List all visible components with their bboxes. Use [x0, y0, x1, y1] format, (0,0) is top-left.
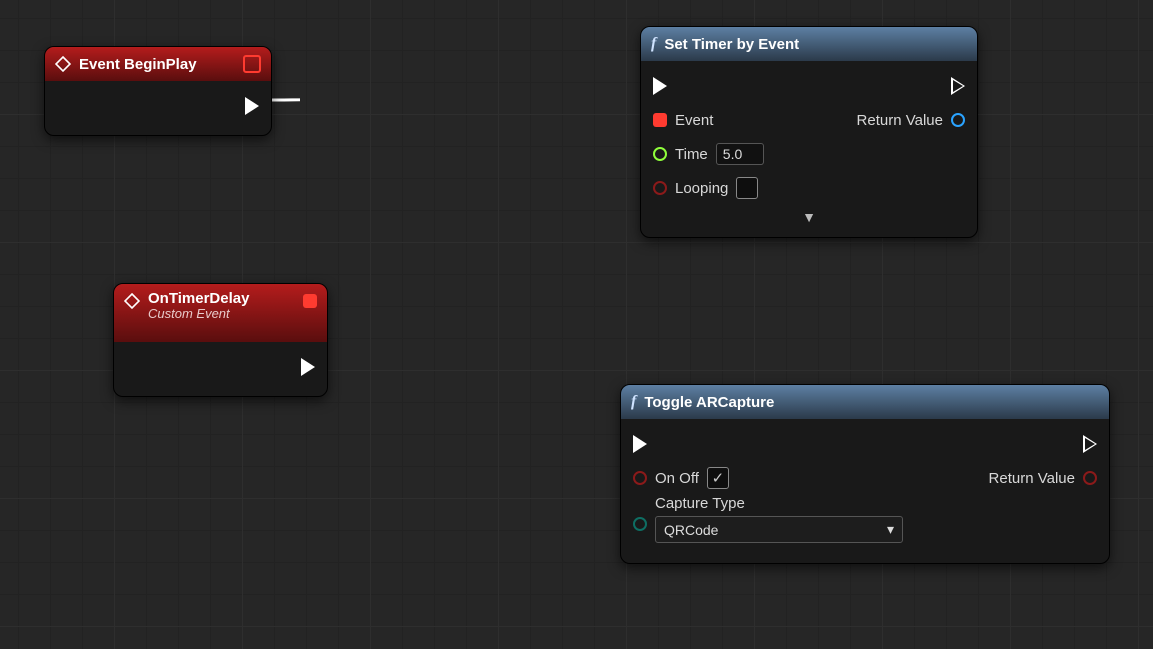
time-input[interactable]: 5.0 — [716, 143, 764, 165]
node-toggle-arcapture[interactable]: f Toggle ARCapture On Off ✓ Return Value… — [620, 384, 1110, 564]
exec-out-pin[interactable] — [951, 77, 965, 95]
node-subtitle: Custom Event — [148, 307, 249, 322]
capturetype-in-pin[interactable] — [633, 517, 647, 531]
onoff-in-pin[interactable] — [633, 471, 647, 485]
pin-label-capturetype: Capture Type — [655, 495, 903, 512]
onoff-checkbox[interactable]: ✓ — [707, 467, 729, 489]
function-icon: f — [631, 393, 636, 411]
custom-event-icon — [124, 293, 140, 309]
node-title: OnTimerDelay — [148, 290, 249, 307]
looping-in-pin[interactable] — [653, 181, 667, 195]
node-header[interactable]: f Toggle ARCapture — [621, 385, 1109, 419]
node-title: Set Timer by Event — [664, 36, 799, 53]
node-set-timer-by-event[interactable]: f Set Timer by Event Event Return Value … — [640, 26, 978, 238]
pin-label-return: Return Value — [857, 112, 943, 129]
looping-checkbox[interactable] — [736, 177, 758, 199]
exec-out-pin[interactable] — [301, 358, 315, 376]
function-icon: f — [651, 35, 656, 53]
pin-label-looping: Looping — [675, 180, 728, 197]
capturetype-value: QRCode — [664, 522, 718, 538]
node-title: Toggle ARCapture — [644, 394, 774, 411]
capturetype-select[interactable]: QRCode ▾ — [655, 516, 903, 543]
return-value-pin[interactable] — [1083, 471, 1097, 485]
exec-out-pin[interactable] — [245, 97, 259, 115]
node-header[interactable]: f Set Timer by Event — [641, 27, 977, 61]
delegate-out-pin[interactable] — [303, 294, 317, 308]
time-in-pin[interactable] — [653, 147, 667, 161]
exec-in-pin[interactable] — [633, 435, 647, 453]
delegate-out-pin[interactable] — [243, 55, 261, 73]
event-icon — [55, 56, 71, 72]
exec-out-pin[interactable] — [1083, 435, 1097, 453]
node-event-beginplay[interactable]: Event BeginPlay — [44, 46, 272, 136]
exec-in-pin[interactable] — [653, 77, 667, 95]
pin-label-time: Time — [675, 146, 708, 163]
pin-label-event: Event — [675, 112, 713, 129]
node-title: Event BeginPlay — [79, 56, 197, 73]
chevron-down-icon: ▾ — [887, 521, 894, 538]
return-value-pin[interactable] — [951, 113, 965, 127]
expand-toggle[interactable]: ▼ — [653, 205, 965, 225]
node-ontimerdelay[interactable]: OnTimerDelay Custom Event — [113, 283, 328, 397]
node-header[interactable]: Event BeginPlay — [45, 47, 271, 81]
pin-label-return: Return Value — [989, 470, 1075, 487]
node-header[interactable]: OnTimerDelay Custom Event — [114, 284, 327, 342]
pin-label-onoff: On Off — [655, 470, 699, 487]
event-in-pin[interactable] — [653, 113, 667, 127]
